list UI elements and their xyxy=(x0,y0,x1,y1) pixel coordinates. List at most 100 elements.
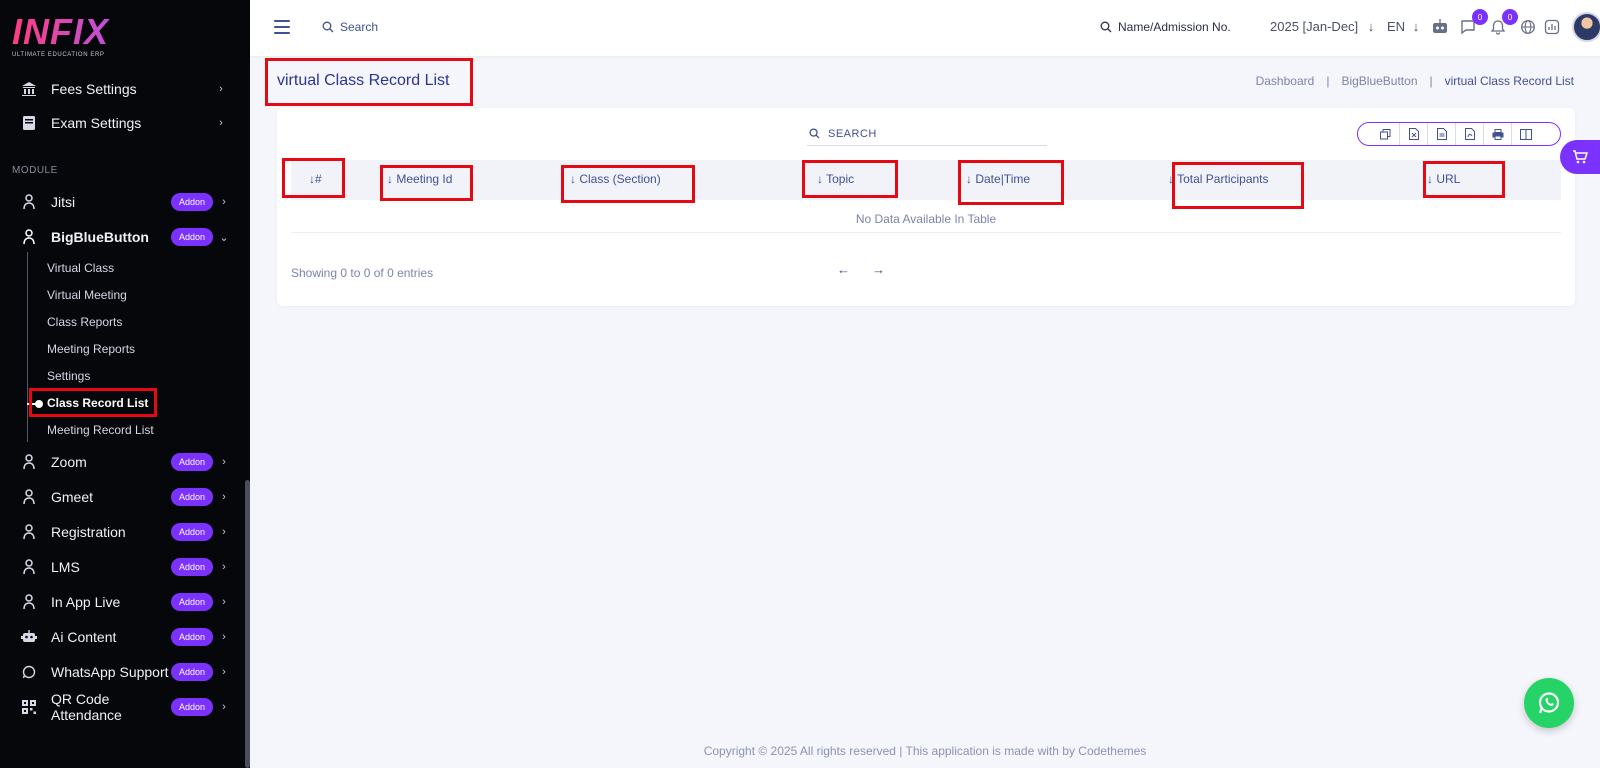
breadcrumb-separator: | xyxy=(1429,74,1433,88)
logo[interactable]: INFIX ULTIMATE EDUCATION ERP xyxy=(12,14,152,60)
language-selector[interactable]: EN ↓ xyxy=(1387,19,1419,34)
sort-icon: ↓ xyxy=(1168,172,1174,186)
sidebar-item-in-app-live[interactable]: In App Live Addon › xyxy=(0,585,245,619)
empty-table-message: No Data Available In Table xyxy=(855,212,997,226)
sidebar-item-label: Exam Settings xyxy=(51,115,142,131)
column-header-index[interactable]: ↓# xyxy=(309,172,322,186)
sidebar-item-lms[interactable]: LMS Addon › xyxy=(0,550,245,584)
copy-icon[interactable] xyxy=(1372,123,1400,145)
analytics-icon[interactable] xyxy=(1542,17,1562,37)
submenu-item-meeting-record-list[interactable]: Meeting Record List xyxy=(47,423,154,437)
sort-icon: ↓ xyxy=(966,172,972,186)
chevron-right-icon: › xyxy=(222,701,226,713)
submenu-item-meeting-reports[interactable]: Meeting Reports xyxy=(47,342,135,356)
sidebar-item-label: WhatsApp Support xyxy=(51,664,169,680)
robot-icon xyxy=(20,628,38,646)
sidebar-item-gmeet[interactable]: Gmeet Addon › xyxy=(0,480,245,514)
pdf-icon[interactable] xyxy=(1456,123,1484,145)
notification-count-badge: 0 xyxy=(1502,9,1518,25)
column-header-meeting-id[interactable]: ↓ Meeting Id xyxy=(387,172,452,186)
user-plug-icon xyxy=(20,558,38,576)
excel-icon[interactable] xyxy=(1400,123,1428,145)
language-value: EN xyxy=(1387,19,1406,34)
breadcrumb-bigbluebutton[interactable]: BigBlueButton xyxy=(1341,74,1417,88)
admission-search-placeholder: Name/Admission No. xyxy=(1118,20,1231,34)
csv-icon[interactable] xyxy=(1428,123,1456,145)
submenu-item-class-reports[interactable]: Class Reports xyxy=(47,315,122,329)
column-header-url[interactable]: ↓ URL xyxy=(1427,172,1460,186)
arrow-down-icon: ↓ xyxy=(1367,19,1375,34)
menu-toggle-icon[interactable] xyxy=(274,20,290,34)
book-icon xyxy=(20,114,38,132)
breadcrumb-separator: | xyxy=(1326,74,1330,88)
sidebar-item-label: Registration xyxy=(51,524,126,540)
whatsapp-icon xyxy=(20,663,38,681)
search-icon xyxy=(809,128,820,139)
column-header-class-section[interactable]: ↓ Class (Section) xyxy=(570,172,661,186)
sidebar-scrollbar[interactable] xyxy=(245,480,250,768)
chevron-right-icon: › xyxy=(222,666,226,678)
sort-icon: ↓ xyxy=(1427,172,1433,186)
sidebar-item-exam-settings[interactable]: Exam Settings › xyxy=(0,106,245,140)
addon-badge: Addon xyxy=(170,488,213,506)
sidebar-item-qr-code-attendance[interactable]: QR Code Attendance Addon › xyxy=(0,690,245,724)
search-icon xyxy=(322,21,334,33)
chevron-right-icon: › xyxy=(222,526,226,538)
admission-search[interactable]: Name/Admission No. xyxy=(1100,20,1231,34)
sidebar-item-jitsi[interactable]: Jitsi Addon › xyxy=(0,185,245,219)
export-button-group xyxy=(1357,122,1561,146)
sidebar-item-ai-content[interactable]: Ai Content Addon › xyxy=(0,620,245,654)
sidebar-item-label: QR Code Attendance xyxy=(51,691,122,723)
table-search-input[interactable]: SEARCH xyxy=(807,122,1047,146)
logo-tagline: ULTIMATE EDUCATION ERP xyxy=(12,52,105,58)
sidebar-item-label: LMS xyxy=(51,559,80,575)
column-header-total-participants[interactable]: ↓ Total Participants xyxy=(1168,172,1269,186)
sidebar-item-whatsapp-support[interactable]: WhatsApp Support Addon › xyxy=(0,655,245,689)
global-search[interactable]: Search xyxy=(322,20,378,34)
submenu-item-class-record-list[interactable]: Class Record List xyxy=(47,396,148,410)
cart-icon[interactable] xyxy=(1560,140,1600,174)
print-icon[interactable] xyxy=(1484,123,1512,145)
chevron-right-icon: › xyxy=(222,631,226,643)
table-header: ↓# ↓ Meeting Id ↓ Class (Section) ↓ Topi… xyxy=(291,160,1561,200)
qr-icon xyxy=(20,698,38,716)
search-icon xyxy=(1100,21,1112,33)
column-header-topic[interactable]: ↓ Topic xyxy=(817,172,854,186)
robot-icon[interactable] xyxy=(1430,17,1450,37)
column-header-date-time[interactable]: ↓ Date|Time xyxy=(966,172,1030,186)
arrow-right-icon[interactable]: → xyxy=(872,262,885,277)
sidebar-item-registration[interactable]: Registration Addon › xyxy=(0,515,245,549)
session-selector[interactable]: 2025 [Jan-Dec] ↓ xyxy=(1270,19,1374,34)
chevron-right-icon: › xyxy=(222,456,226,468)
addon-badge: Addon xyxy=(170,698,213,716)
submenu-item-virtual-class[interactable]: Virtual Class xyxy=(47,261,114,275)
submenu-item-virtual-meeting[interactable]: Virtual Meeting xyxy=(47,288,127,302)
sidebar-item-label: Fees Settings xyxy=(51,81,137,97)
pagination: ← → xyxy=(837,262,885,277)
columns-icon[interactable] xyxy=(1512,123,1540,145)
chevron-right-icon: › xyxy=(222,596,226,608)
whatsapp-icon[interactable] xyxy=(1524,678,1574,728)
breadcrumb-dashboard[interactable]: Dashboard xyxy=(1256,74,1315,88)
arrow-left-icon[interactable]: ← xyxy=(837,262,850,277)
sidebar-item-fees-settings[interactable]: Fees Settings › xyxy=(0,72,245,106)
user-plug-icon xyxy=(20,228,38,246)
avatar[interactable] xyxy=(1572,12,1600,42)
bell-icon[interactable]: 0 xyxy=(1488,9,1518,37)
sidebar-item-label: Jitsi xyxy=(51,194,76,210)
addon-badge: Addon xyxy=(170,628,213,646)
footer-copyright: Copyright © 2025 All rights reserved | T… xyxy=(703,744,1147,758)
chevron-right-icon: › xyxy=(219,117,223,129)
chat-icon[interactable]: 0 xyxy=(1458,9,1488,37)
logo-text: INFIX xyxy=(12,14,152,50)
sort-icon: ↓ xyxy=(817,172,823,186)
user-plug-icon xyxy=(20,593,38,611)
sidebar-item-zoom[interactable]: Zoom Addon › xyxy=(0,445,245,479)
arrow-down-icon: ↓ xyxy=(1412,19,1420,34)
sidebar-item-bigbluebutton[interactable]: BigBlueButton Addon ⌄ xyxy=(0,220,245,254)
chevron-down-icon: ⌄ xyxy=(219,231,229,244)
globe-icon[interactable] xyxy=(1518,17,1538,37)
submenu-item-settings[interactable]: Settings xyxy=(47,369,90,383)
sidebar: INFIX ULTIMATE EDUCATION ERP Fees Settin… xyxy=(0,0,250,768)
sort-icon: ↓ xyxy=(570,172,576,186)
